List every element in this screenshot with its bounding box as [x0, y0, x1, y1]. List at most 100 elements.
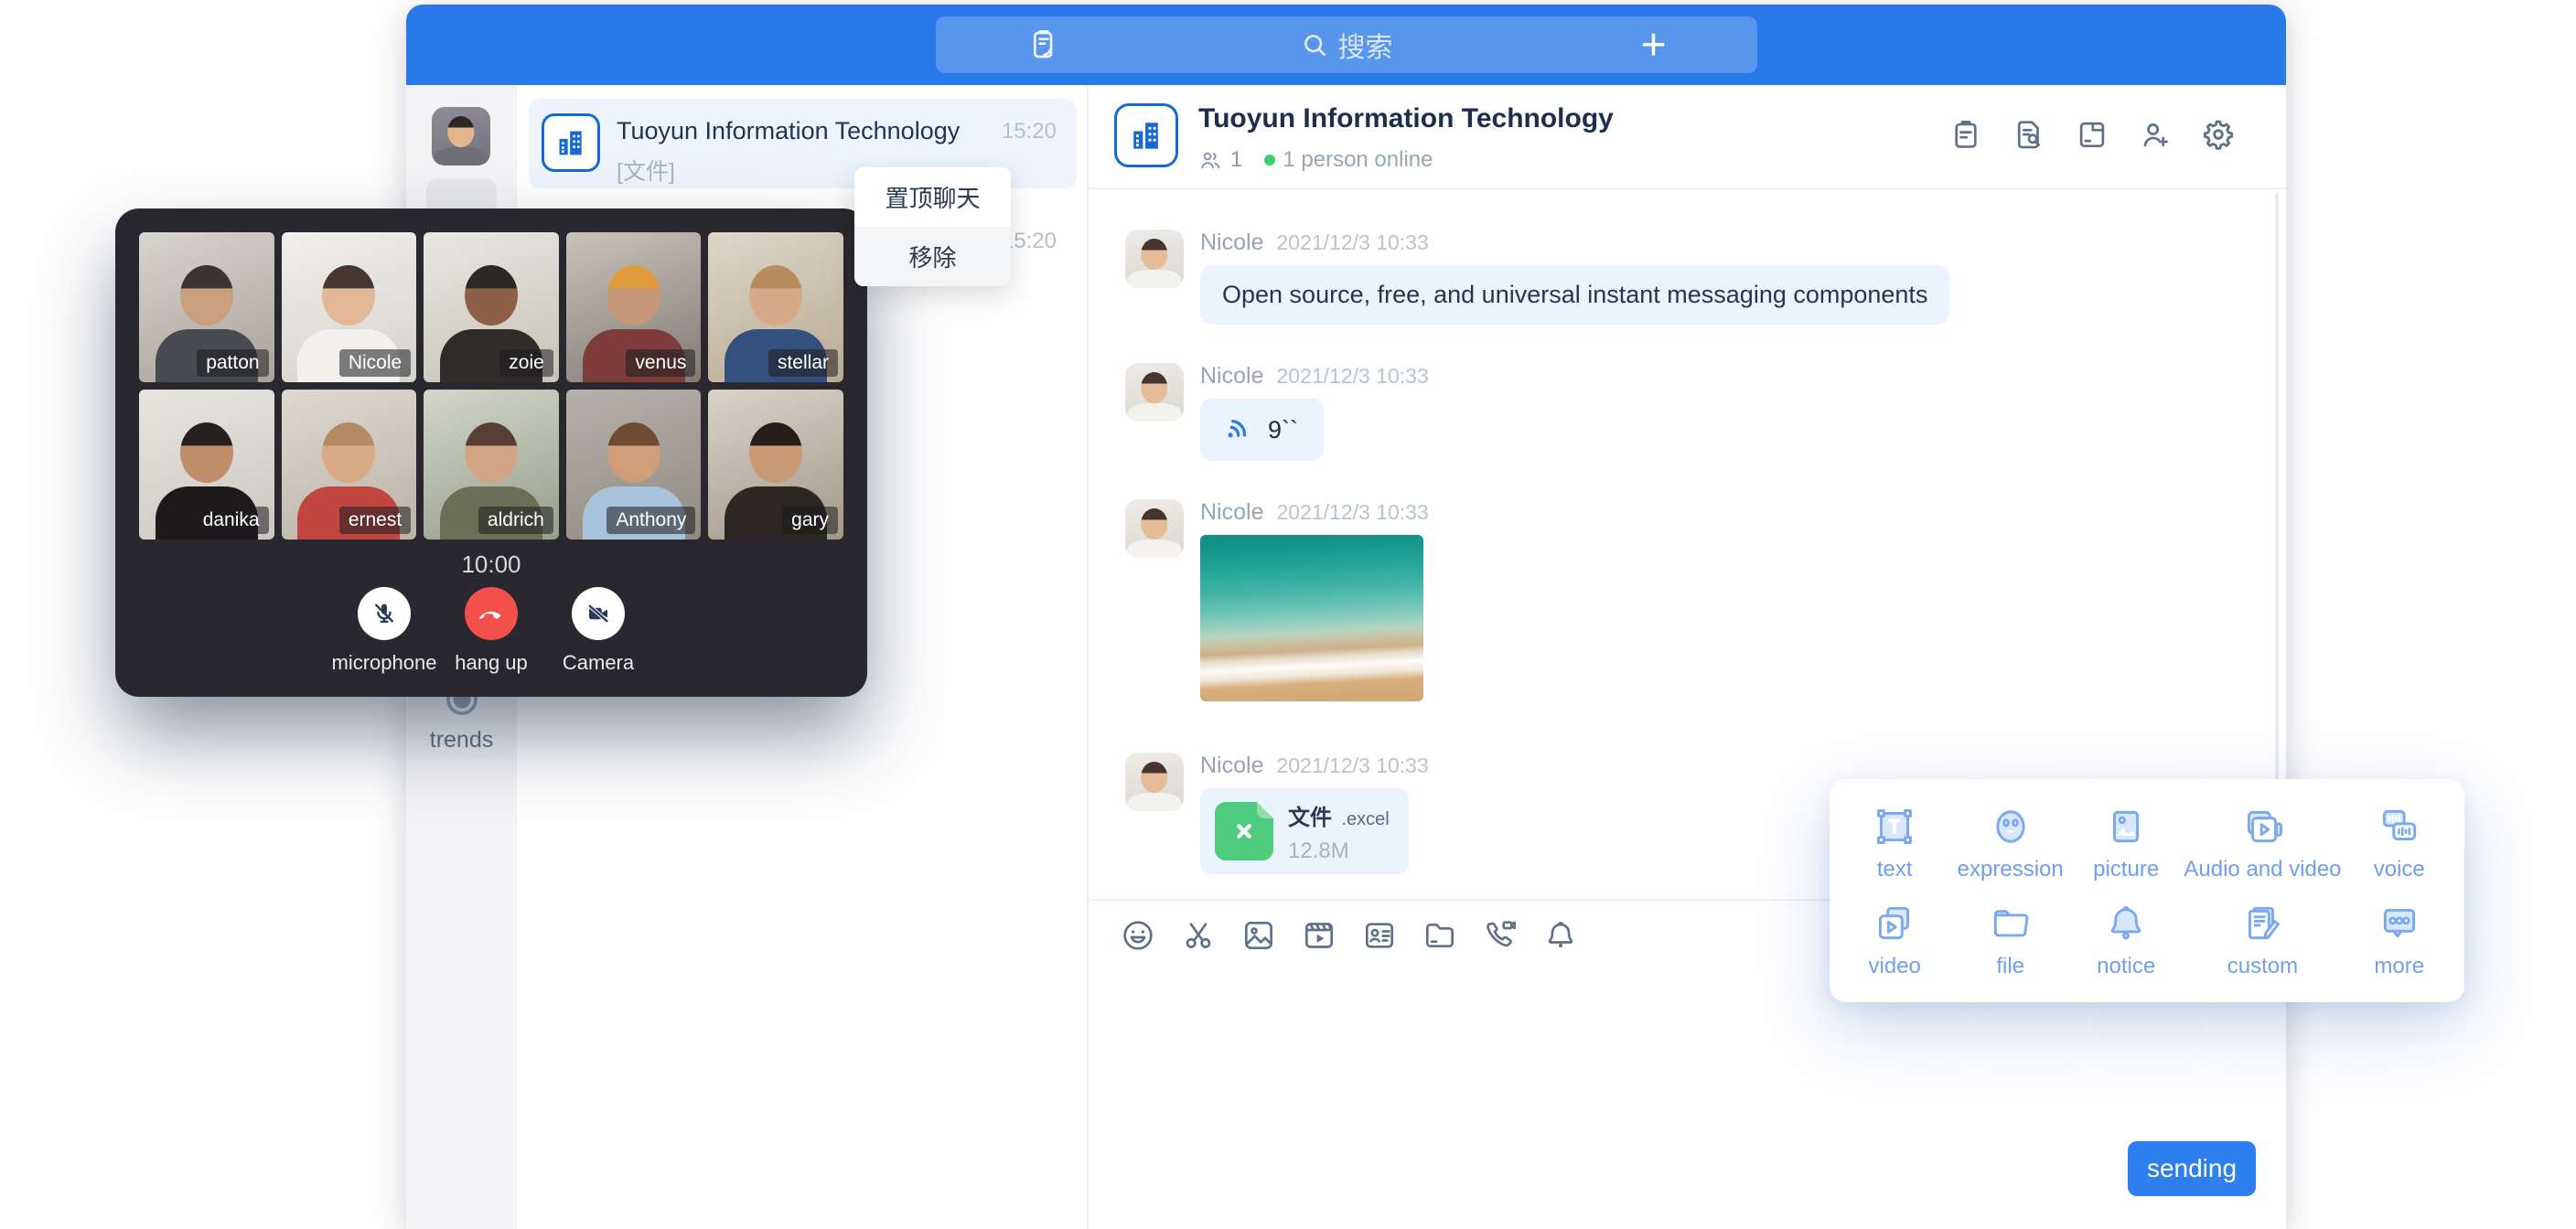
panel-item-text[interactable]: text — [1837, 794, 1952, 891]
panel-item-custom[interactable]: custom — [2184, 891, 2341, 988]
panel-item-label: video — [1869, 954, 1921, 979]
picture-blue-icon — [2102, 803, 2150, 850]
message-time: 2021/12/3 10:33 — [1276, 364, 1428, 389]
self-avatar[interactable] — [432, 107, 490, 166]
participant-name-label: ernest — [339, 507, 411, 534]
message-time: 2021/12/3 10:33 — [1276, 230, 1428, 255]
folder-icon[interactable] — [1422, 917, 1458, 954]
menu-item-pin-chat[interactable]: 置顶聊天 — [854, 167, 1011, 227]
message-scrollbar[interactable] — [2275, 193, 2279, 824]
scissors-icon[interactable] — [1180, 917, 1217, 954]
message-time: 2021/12/3 10:33 — [1276, 500, 1428, 525]
expression-icon — [1987, 803, 2034, 850]
participant-name-label: stellar — [768, 349, 838, 377]
message-image: Nicole 2021/12/3 10:33 — [1125, 499, 2286, 701]
file-size: 12.8M — [1288, 839, 1390, 864]
panel-item-label: text — [1877, 857, 1913, 882]
panel-item-notice[interactable]: notice — [2068, 891, 2184, 988]
panel-item-audio-video[interactable]: Audio and video — [2184, 794, 2341, 891]
panel-item-label: notice — [2097, 954, 2155, 979]
panel-item-label: more — [2374, 954, 2424, 979]
chat-item-last-message: [文件] — [617, 154, 675, 187]
board-icon[interactable] — [1948, 116, 1984, 153]
file-name: 文件 — [1288, 806, 1332, 830]
message-time: 2021/12/3 10:33 — [1276, 753, 1428, 778]
message-voice: Nicole 2021/12/3 10:33 9`` — [1125, 363, 2286, 461]
microphone-control: microphone — [331, 587, 438, 675]
notice-bell-icon — [2102, 900, 2150, 947]
sender-avatar[interactable] — [1125, 499, 1184, 558]
image-attachment-beach[interactable] — [1200, 535, 1423, 701]
message-text: Nicole 2021/12/3 10:33 Open source, free… — [1125, 230, 2286, 325]
participant-grid: patton Nicole zoie venus stellar danika … — [139, 232, 843, 540]
contact-card-icon[interactable] — [1361, 917, 1398, 954]
chat-item-time: 15:20 — [1002, 119, 1057, 144]
video-call-panel: patton Nicole zoie venus stellar danika … — [115, 208, 867, 697]
participant-tile: aldrich — [424, 390, 559, 540]
text-bubble[interactable]: Open source, free, and universal instant… — [1200, 265, 1949, 325]
gear-icon[interactable] — [2200, 116, 2237, 153]
voice-duration: 9`` — [1268, 416, 1298, 444]
sender-name: Nicole — [1200, 499, 1263, 526]
panel-item-expression[interactable]: expression — [1952, 794, 2067, 891]
hang-up-button[interactable] — [465, 587, 518, 640]
file-extension: .excel — [1341, 809, 1389, 829]
sender-avatar[interactable] — [1125, 363, 1184, 422]
panel-item-picture[interactable]: picture — [2068, 794, 2184, 891]
doc-search-icon[interactable] — [2011, 116, 2047, 153]
search-placeholder: 搜索 — [1338, 25, 1393, 65]
chat-context-menu: 置顶聊天 移除 — [854, 167, 1011, 286]
phone-video-icon[interactable] — [1482, 917, 1519, 954]
panel-item-voice[interactable]: voice — [2342, 794, 2457, 891]
panel-item-file[interactable]: file — [1952, 891, 2067, 988]
panel-item-video[interactable]: video — [1837, 891, 1952, 988]
film-icon[interactable] — [1301, 917, 1337, 954]
menu-item-remove[interactable]: 移除 — [854, 227, 1011, 286]
sender-name: Nicole — [1200, 753, 1263, 779]
online-status: 1 person online — [1283, 147, 1433, 173]
participant-name-label: venus — [626, 349, 695, 377]
participant-tile: ernest — [282, 390, 417, 540]
picture-icon[interactable] — [1240, 917, 1277, 954]
sender-avatar[interactable] — [1125, 753, 1184, 811]
panel-item-label: expression — [1958, 857, 2064, 882]
custom-doc-icon — [2238, 900, 2286, 947]
more-bubble-icon — [2376, 900, 2423, 947]
panel-item-label: picture — [2093, 857, 2159, 882]
participant-tile: danika — [139, 390, 274, 540]
emoji-icon[interactable] — [1120, 917, 1156, 954]
plus-icon[interactable]: + — [1633, 16, 1675, 73]
page: { "topbar": { "search_label": "搜索", "plu… — [0, 0, 2576, 1229]
voice-bubble[interactable]: 9`` — [1200, 399, 1324, 461]
chat-item-title: Tuoyun Information Technology — [617, 117, 960, 145]
file-attachment[interactable]: 文件 .excel 12.8M — [1200, 788, 1409, 874]
person-add-icon[interactable] — [2137, 116, 2174, 153]
voice-bubbles-icon — [2376, 803, 2423, 850]
topbar: 搜索 + — [406, 5, 2286, 85]
participant-tile: Nicole — [282, 232, 417, 382]
hangup-label: hang up — [455, 651, 528, 675]
participant-tile: Anthony — [566, 390, 702, 540]
bell-icon[interactable] — [1542, 917, 1579, 954]
panel-item-label: file — [1996, 954, 2024, 979]
chat-main: Tuoyun Information Technology 1 1 person… — [1089, 85, 2286, 1229]
chat-header-actions — [1948, 116, 2237, 153]
sender-name: Nicole — [1200, 363, 1263, 390]
participant-name-label: danika — [194, 507, 269, 534]
participant-name-label: gary — [782, 507, 838, 534]
voice-wave-icon — [1214, 407, 1261, 454]
hangup-control: hang up — [438, 587, 545, 675]
trends-label: trends — [430, 727, 493, 753]
file-tab-icon[interactable] — [2074, 116, 2110, 153]
participant-name-label: patton — [197, 349, 268, 377]
send-button[interactable]: sending — [2128, 1141, 2256, 1196]
participant-tile: venus — [566, 232, 702, 382]
folder-blue-icon — [1987, 900, 2034, 947]
search-bar[interactable]: 搜索 + — [936, 16, 1757, 73]
sender-avatar[interactable] — [1125, 230, 1184, 288]
panel-item-more[interactable]: more — [2342, 891, 2457, 988]
search-icon — [1300, 30, 1329, 59]
camera-muted-button[interactable] — [572, 587, 625, 640]
panel-item-label: Audio and video — [2184, 857, 2341, 882]
mic-muted-button[interactable] — [358, 587, 411, 640]
